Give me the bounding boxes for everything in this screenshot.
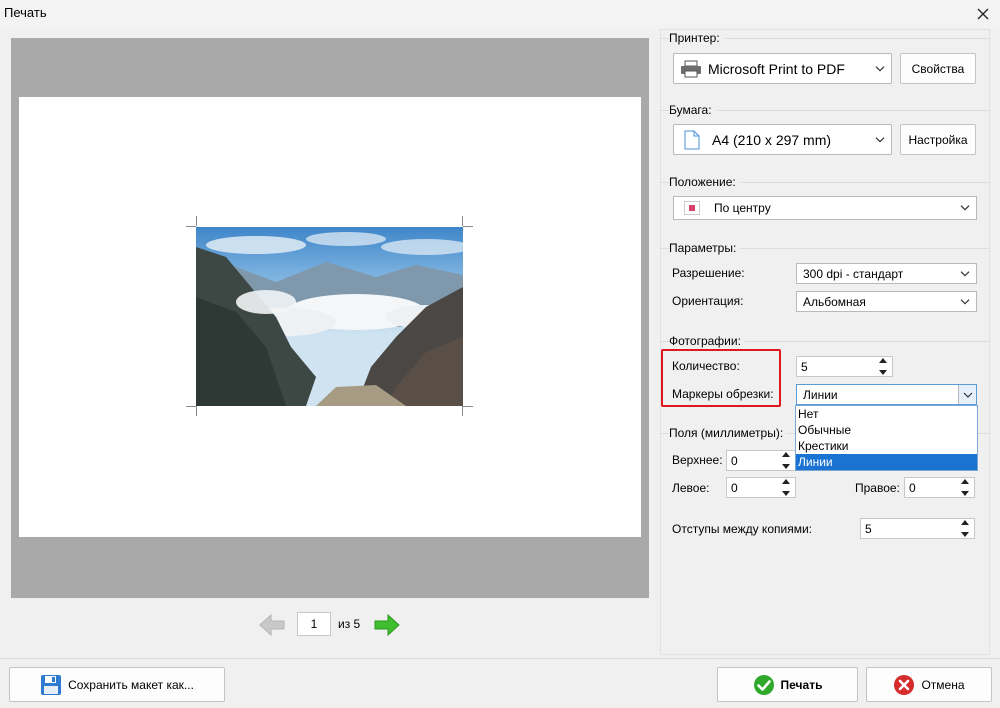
close-icon xyxy=(977,8,989,20)
cancel-icon xyxy=(894,674,915,695)
print-label: Печать xyxy=(780,677,823,692)
margin-right-value: 0 xyxy=(909,480,916,495)
increment-icon[interactable] xyxy=(782,479,790,484)
decrement-icon[interactable] xyxy=(782,491,790,496)
print-button[interactable]: Печать xyxy=(717,667,858,702)
save-layout-label: Сохранить макет как... xyxy=(68,677,194,692)
margin-top-value: 0 xyxy=(731,453,738,468)
resolution-select-value: 300 dpi - стандарт xyxy=(803,266,904,281)
chevron-down-icon xyxy=(875,65,885,72)
printer-select[interactable]: Microsoft Print to PDF xyxy=(673,53,892,84)
crop-marks-label: Маркеры обрезки: xyxy=(672,387,774,401)
resolution-label: Разрешение: xyxy=(672,266,745,280)
page-count-label: из 5 xyxy=(338,617,361,631)
increment-icon[interactable] xyxy=(961,520,969,525)
margin-left-value: 0 xyxy=(731,480,738,495)
document-icon xyxy=(684,130,700,149)
title-bar xyxy=(0,0,1000,28)
orientation-select-value: Альбомная xyxy=(803,294,866,309)
center-position-icon xyxy=(684,201,700,215)
printer-properties-button[interactable]: Свойства xyxy=(900,53,976,84)
margin-right-stepper[interactable]: 0 xyxy=(904,477,975,498)
crop-mark xyxy=(462,216,463,226)
chevron-down-icon xyxy=(960,205,970,211)
quantity-stepper[interactable]: 5 xyxy=(796,356,893,377)
margin-right-label: Правое: xyxy=(855,481,900,495)
paper-group-label: Бумага: xyxy=(669,103,716,117)
dropdown-option[interactable]: Крестики xyxy=(796,438,977,454)
orientation-label: Ориентация: xyxy=(672,294,744,308)
page-number-input[interactable]: 1 xyxy=(297,612,331,636)
resolution-select[interactable]: 300 dpi - стандарт xyxy=(796,263,977,284)
printer-properties-label: Свойства xyxy=(911,61,965,76)
increment-icon[interactable] xyxy=(879,358,887,363)
crop-mark xyxy=(463,226,473,227)
window-title: Печать xyxy=(4,5,47,20)
crop-mark xyxy=(462,406,463,416)
margin-left-label: Левое: xyxy=(672,481,710,495)
printer-select-value: Microsoft Print to PDF xyxy=(708,60,845,77)
position-select-value: По центру xyxy=(714,201,771,215)
position-group-label: Положение: xyxy=(669,175,740,189)
next-page-button[interactable] xyxy=(373,613,401,637)
cancel-label: Отмена xyxy=(921,677,965,692)
mountain-photo-image xyxy=(196,227,463,406)
margin-left-stepper[interactable]: 0 xyxy=(726,477,796,498)
check-icon xyxy=(753,674,774,695)
decrement-icon[interactable] xyxy=(879,370,887,375)
quantity-value: 5 xyxy=(801,359,808,374)
dropdown-toggle[interactable] xyxy=(958,385,976,404)
decrement-icon[interactable] xyxy=(961,532,969,537)
chevron-down-icon xyxy=(960,270,970,277)
crop-mark xyxy=(196,406,197,416)
copy-spacing-label: Отступы между копиями: xyxy=(672,522,812,536)
crop-mark xyxy=(186,406,196,407)
crop-marks-dropdown-list: Нет Обычные Крестики Линии xyxy=(795,405,978,471)
paper-setup-button[interactable]: Настройка xyxy=(900,124,976,155)
bottom-separator xyxy=(0,658,1000,659)
margins-group-label: Поля (миллиметры): xyxy=(669,426,788,440)
photos-group-label: Фотографии: xyxy=(669,334,745,348)
preview-photo xyxy=(196,227,463,406)
position-select[interactable]: По центру xyxy=(673,196,977,220)
close-button[interactable] xyxy=(966,0,1000,28)
copy-spacing-value: 5 xyxy=(865,521,872,536)
paper-setup-label: Настройка xyxy=(908,132,968,147)
decrement-icon[interactable] xyxy=(782,464,790,469)
previous-page-button[interactable] xyxy=(258,613,286,637)
increment-icon[interactable] xyxy=(782,452,790,457)
margin-top-stepper[interactable]: 0 xyxy=(726,450,796,471)
printer-icon xyxy=(681,60,701,77)
dropdown-option[interactable]: Нет xyxy=(796,406,977,422)
chevron-down-icon xyxy=(875,136,885,143)
printer-group-label: Принтер: xyxy=(669,31,724,45)
orientation-select[interactable]: Альбомная xyxy=(796,291,977,312)
paper-select-value: A4 (210 x 297 mm) xyxy=(712,131,832,148)
increment-icon[interactable] xyxy=(961,479,969,484)
crop-marks-select[interactable]: Линии xyxy=(796,384,977,405)
parameters-group-label: Параметры: xyxy=(669,241,741,255)
dropdown-option-selected[interactable]: Линии xyxy=(796,454,977,470)
chevron-down-icon xyxy=(963,392,972,398)
decrement-icon[interactable] xyxy=(961,491,969,496)
arrow-right-icon xyxy=(374,613,400,637)
crop-marks-select-value: Линии xyxy=(803,387,838,402)
crop-mark xyxy=(463,406,473,407)
arrow-left-icon xyxy=(259,613,285,637)
copy-spacing-stepper[interactable]: 5 xyxy=(860,518,975,539)
chevron-down-icon xyxy=(960,298,970,305)
crop-mark xyxy=(186,226,196,227)
paper-select[interactable]: A4 (210 x 297 mm) xyxy=(673,124,892,155)
quantity-label: Количество: xyxy=(672,359,740,373)
save-layout-button[interactable]: Сохранить макет как... xyxy=(9,667,225,702)
margin-top-label: Верхнее: xyxy=(672,453,723,467)
save-floppy-icon xyxy=(41,674,62,695)
dropdown-option[interactable]: Обычные xyxy=(796,422,977,438)
crop-mark xyxy=(196,216,197,226)
cancel-button[interactable]: Отмена xyxy=(866,667,992,702)
